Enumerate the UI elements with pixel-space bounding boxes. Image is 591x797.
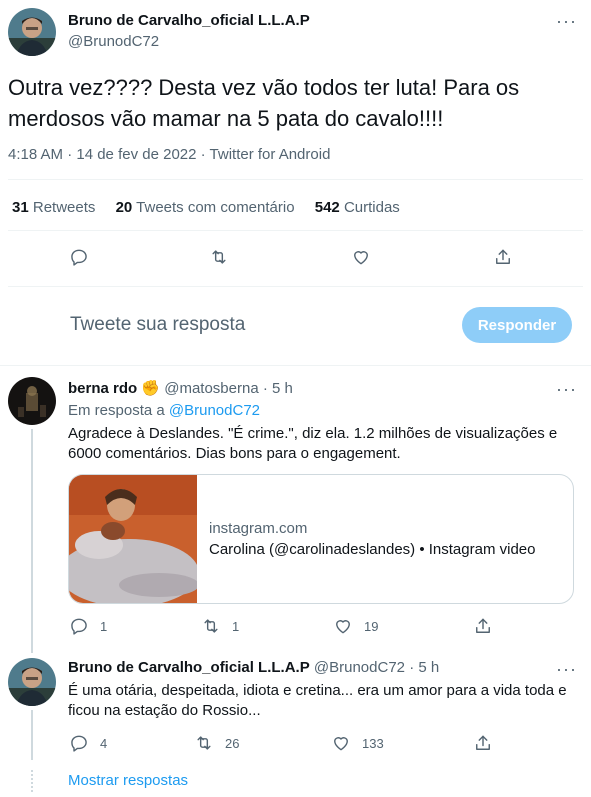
link-card-title: Carolina (@carolinadeslandes) • Instagra… xyxy=(209,541,536,558)
heart-icon xyxy=(354,251,368,265)
like-count: 133 xyxy=(362,735,384,751)
retweet-button[interactable] xyxy=(209,247,229,267)
thread-line xyxy=(31,710,33,760)
link-card-domain: instagram.com xyxy=(209,520,308,537)
retweets-label: Retweets xyxy=(32,199,96,216)
author-handle[interactable]: @BrunodC72 xyxy=(68,33,159,50)
reply-button[interactable] xyxy=(69,247,89,267)
retweet-button[interactable]: 26 xyxy=(194,733,239,753)
likes-stat[interactable]: 542 Curtidas xyxy=(315,199,400,216)
more-options-icon[interactable]: ··· xyxy=(556,12,577,30)
reply-avatar[interactable] xyxy=(8,658,56,706)
reply-icon xyxy=(71,735,87,752)
like-button[interactable]: 19 xyxy=(333,616,378,636)
reply-time[interactable]: · 5 h xyxy=(409,659,439,676)
reply-input[interactable]: Tweete sua resposta xyxy=(70,314,245,336)
retweet-button[interactable]: 1 xyxy=(201,616,239,636)
share-icon xyxy=(496,249,510,264)
reply-author-name[interactable]: Bruno de Carvalho_oficial L.L.A.P xyxy=(68,659,310,676)
show-replies-link[interactable]: Mostrar respostas xyxy=(68,772,188,789)
reply-count: 1 xyxy=(100,618,108,634)
more-options-icon[interactable]: ··· xyxy=(556,660,577,678)
share-button[interactable] xyxy=(473,616,493,636)
reply-count: 4 xyxy=(100,735,108,751)
raised-fist-emoji: ✊ xyxy=(141,380,161,397)
reply-author-handle[interactable]: @matosberna xyxy=(164,380,258,397)
like-count: 19 xyxy=(364,618,379,634)
reply-to-line: Em resposta a @BrunodC72 xyxy=(68,402,260,419)
more-options-icon[interactable]: ··· xyxy=(556,380,577,398)
divider xyxy=(0,365,591,366)
retweet-count: 1 xyxy=(232,618,240,634)
retweet-icon xyxy=(197,736,211,750)
reply-submit-button[interactable]: Responder xyxy=(462,307,572,343)
heart-icon xyxy=(336,620,350,634)
retweet-icon xyxy=(212,250,226,264)
share-icon xyxy=(476,735,490,750)
quotes-count: 20 xyxy=(115,199,133,216)
divider xyxy=(8,230,583,231)
reply-avatar[interactable] xyxy=(8,377,56,425)
retweets-count: 31 xyxy=(12,199,29,216)
reply-text: Agradece à Deslandes. "É crime.", diz el… xyxy=(68,425,558,462)
reply-to-handle[interactable]: @BrunodC72 xyxy=(169,402,260,419)
share-button[interactable] xyxy=(493,247,513,267)
like-button[interactable]: 133 xyxy=(331,733,384,753)
likes-label: Curtidas xyxy=(343,199,400,216)
heart-icon xyxy=(334,737,348,751)
quotes-stat[interactable]: 20 Tweets com comentário xyxy=(116,199,295,216)
reply-author-handle[interactable]: @BrunodC72 xyxy=(314,659,405,676)
author-avatar[interactable] xyxy=(8,8,56,56)
reply-button[interactable]: 1 xyxy=(69,616,107,636)
quotes-label: Tweets com comentário xyxy=(136,199,295,216)
divider xyxy=(8,286,583,287)
reply-to-prefix: Em resposta a xyxy=(68,402,165,419)
link-card-image xyxy=(69,475,199,603)
retweet-icon xyxy=(204,619,218,633)
reply-header: Bruno de Carvalho_oficial L.L.A.P @Bruno… xyxy=(68,659,439,676)
retweet-count: 26 xyxy=(225,735,240,751)
tweet-stats: 31 Retweets 20 Tweets com comentário 542… xyxy=(12,199,400,216)
retweets-stat[interactable]: 31 Retweets xyxy=(12,199,95,216)
reply-author-name[interactable]: berna rdo xyxy=(68,380,137,397)
reply-submit-label: Responder xyxy=(477,316,557,334)
like-button[interactable] xyxy=(351,247,371,267)
thread-dots xyxy=(31,770,33,792)
thread-line xyxy=(31,429,33,653)
reply-header: berna rdo ✊ @matosberna · 5 h xyxy=(68,379,293,397)
reply-time[interactable]: · 5 h xyxy=(263,380,293,397)
reply-icon xyxy=(71,618,87,635)
divider xyxy=(8,179,583,180)
reply-icon xyxy=(71,249,87,266)
likes-count: 542 xyxy=(314,199,340,216)
share-icon xyxy=(476,618,490,633)
link-card[interactable]: instagram.com Carolina (@carolinadesland… xyxy=(68,474,574,604)
share-button[interactable] xyxy=(473,733,493,753)
author-name[interactable]: Bruno de Carvalho_oficial L.L.A.P xyxy=(68,12,310,29)
tweet-text: Outra vez???? Desta vez vão todos ter lu… xyxy=(8,75,520,131)
reply-text: É uma otária, despeitada, idiota e creti… xyxy=(68,682,567,719)
tweet-meta[interactable]: 4:18 AM · 14 de fev de 2022 · Twitter fo… xyxy=(8,146,330,163)
reply-button[interactable]: 4 xyxy=(69,733,107,753)
